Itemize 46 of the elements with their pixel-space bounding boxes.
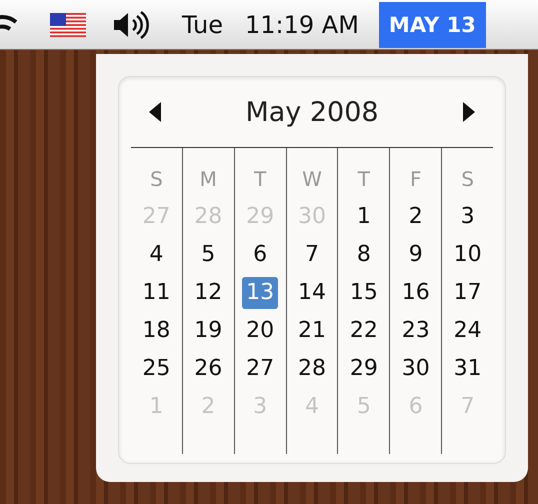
day-cell[interactable]: 27 xyxy=(242,350,278,388)
day-cell[interactable]: 7 xyxy=(301,236,323,274)
flag-icon[interactable] xyxy=(50,12,86,36)
day-cell[interactable]: 8 xyxy=(352,236,375,274)
day-cell[interactable]: 12 xyxy=(190,274,226,312)
weekday-label: F xyxy=(410,166,422,193)
date-menu-button[interactable]: MAY 13 xyxy=(378,2,486,48)
weekday-label: W xyxy=(302,166,322,193)
day-cell[interactable]: 10 xyxy=(450,236,486,274)
day-cell[interactable]: 1 xyxy=(352,198,375,236)
day-cell[interactable]: 20 xyxy=(242,312,278,350)
weekday-label: S xyxy=(461,166,474,193)
day-cell[interactable]: 28 xyxy=(294,350,330,388)
day-cell[interactable]: 18 xyxy=(138,312,174,350)
day-cell[interactable]: 25 xyxy=(138,350,174,388)
day-cell[interactable]: 11 xyxy=(138,274,174,312)
day-cell[interactable]: 16 xyxy=(398,274,434,312)
month-title: May 2008 xyxy=(245,96,379,128)
day-cell[interactable]: 4 xyxy=(145,236,168,274)
weekday-label: T xyxy=(254,166,266,193)
weekday-label: S xyxy=(150,166,163,193)
day-cell[interactable]: 6 xyxy=(249,236,272,274)
day-cell[interactable]: 13 xyxy=(242,277,278,309)
day-cell[interactable]: 15 xyxy=(346,274,382,312)
weekday-label: M xyxy=(200,166,217,193)
day-cell[interactable]: 14 xyxy=(294,274,330,312)
weekday-label: T xyxy=(358,166,370,193)
day-cell[interactable]: 17 xyxy=(450,274,486,312)
day-cell[interactable]: 5 xyxy=(197,236,220,274)
volume-icon[interactable] xyxy=(112,8,150,40)
day-cell[interactable]: 21 xyxy=(294,312,330,350)
day-cell[interactable]: 24 xyxy=(450,312,486,350)
menu-clock[interactable]: 11:19 AM xyxy=(245,10,359,38)
day-cell[interactable]: 22 xyxy=(346,312,382,350)
previous-month-button[interactable] xyxy=(147,101,163,123)
next-month-button[interactable] xyxy=(461,101,477,123)
day-cell[interactable]: 30 xyxy=(398,350,434,388)
day-cell[interactable]: 3 xyxy=(456,198,479,236)
menu-day[interactable]: Tue xyxy=(182,10,223,38)
day-cell[interactable]: 29 xyxy=(346,350,382,388)
day-cell[interactable]: 9 xyxy=(404,236,427,274)
day-cell[interactable]: 23 xyxy=(398,312,434,350)
day-cell[interactable]: 26 xyxy=(190,350,226,388)
day-cell[interactable]: 31 xyxy=(450,350,486,388)
day-cell[interactable]: 19 xyxy=(190,312,226,350)
day-cell[interactable]: 2 xyxy=(404,198,427,236)
